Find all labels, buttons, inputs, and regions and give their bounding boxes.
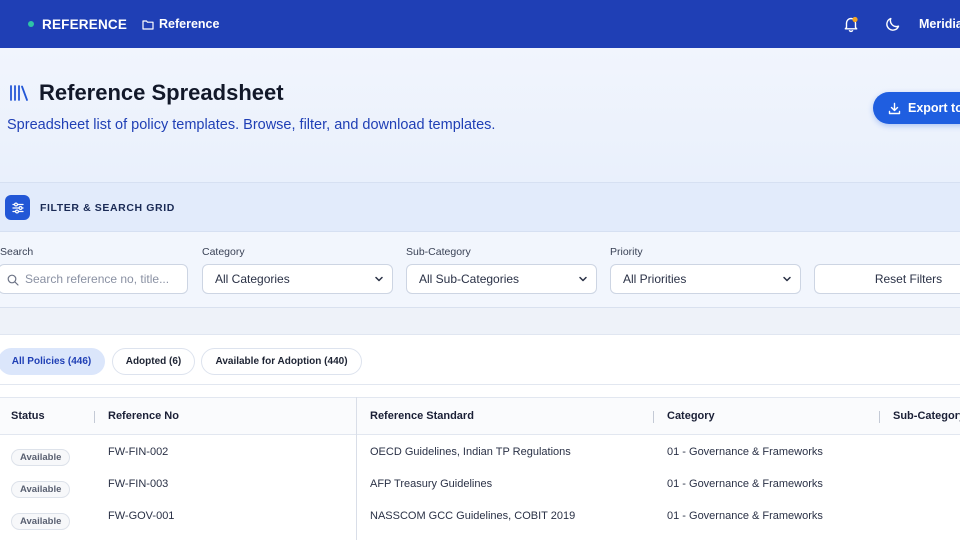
cell-category: 01 - Governance & Frameworks	[667, 446, 823, 458]
export-icon	[888, 102, 901, 114]
policy-tabs: All Policies (446) Adopted (6) Available…	[0, 334, 960, 384]
reset-filters-label: Reset Filters	[874, 272, 943, 286]
brand-dot-icon	[28, 21, 34, 27]
folder-icon	[142, 19, 154, 30]
cell-reference-standard: AFP Treasury Guidelines	[370, 478, 493, 490]
status-badge: Available	[11, 449, 71, 466]
sliders-icon	[5, 195, 30, 220]
library-icon	[10, 85, 28, 101]
chevron-down-icon	[579, 276, 587, 282]
category-select[interactable]: All Categories	[202, 264, 393, 294]
moon-icon[interactable]	[884, 15, 902, 33]
cell-reference-no: FW-FIN-003	[108, 478, 169, 490]
column-resize-handle[interactable]	[879, 411, 880, 423]
search-placeholder: Search reference no, title...	[25, 272, 170, 286]
export-button[interactable]: Export to	[873, 92, 960, 124]
column-resize-handle[interactable]	[94, 411, 95, 423]
filter-panel-header[interactable]: FILTER & SEARCH GRID	[0, 182, 960, 232]
cell-category: 01 - Governance & Frameworks	[667, 478, 823, 490]
brand-name: REFERENCE	[42, 16, 128, 32]
column-resize-handle[interactable]	[653, 411, 654, 423]
filter-panel-body: Search Search reference no, title... Cat…	[0, 232, 960, 308]
breadcrumb-label: Reference	[159, 17, 220, 31]
tab-all-policies[interactable]: All Policies (446)	[0, 348, 105, 375]
cell-reference-no: FW-GOV-001	[108, 510, 175, 522]
cell-reference-no: FW-FIN-002	[108, 446, 169, 458]
bell-icon[interactable]	[842, 15, 860, 33]
column-header-status[interactable]: Status	[11, 410, 45, 422]
cell-reference-standard: OECD Guidelines, Indian TP Regulations	[370, 446, 571, 458]
chevron-down-icon	[783, 276, 791, 282]
brand[interactable]: REFERENCE	[28, 0, 127, 48]
export-label: Export to	[908, 101, 960, 115]
filter-panel-title: FILTER & SEARCH GRID	[40, 202, 175, 214]
table-row[interactable]: Available FW-GOV-001 NASSCOM GCC Guideli…	[0, 503, 960, 535]
category-label: Category	[202, 246, 245, 258]
page-subtitle: Spreadsheet list of policy templates. Br…	[7, 117, 496, 133]
priority-value: All Priorities	[623, 272, 687, 286]
breadcrumb[interactable]: Reference	[142, 0, 219, 48]
column-header-reference-no[interactable]: Reference No	[108, 410, 179, 422]
tab-adopted[interactable]: Adopted (6)	[112, 348, 195, 375]
cell-reference-standard: NASSCOM GCC Guidelines, COBIT 2019	[370, 510, 576, 522]
table-row[interactable]: Available FW-FIN-003 AFP Treasury Guidel…	[0, 471, 960, 503]
priority-select[interactable]: All Priorities	[610, 264, 801, 294]
table-row[interactable]: Available FW-FIN-002 OECD Guidelines, In…	[0, 439, 960, 471]
subcategory-select[interactable]: All Sub-Categories	[406, 264, 597, 294]
tab-available-for-adoption[interactable]: Available for Adoption (440)	[201, 348, 362, 375]
status-badge: Available	[11, 513, 71, 530]
search-icon	[7, 274, 19, 286]
table-header: Status Reference No Reference Standard C…	[0, 397, 960, 435]
reference-table: Status Reference No Reference Standard C…	[0, 384, 960, 540]
subcategory-value: All Sub-Categories	[419, 272, 520, 286]
page-title-row: Reference Spreadsheet	[9, 80, 284, 106]
chevron-down-icon	[375, 276, 383, 282]
page-header	[0, 48, 960, 182]
status-badge: Available	[11, 481, 71, 498]
user-menu[interactable]: Meridia	[919, 0, 960, 48]
cell-category: 01 - Governance & Frameworks	[667, 510, 823, 522]
search-input[interactable]: Search reference no, title...	[0, 264, 188, 294]
top-navbar: REFERENCE Reference Meridia	[0, 0, 960, 48]
search-label: Search	[0, 246, 34, 258]
page-title: Reference Spreadsheet	[39, 80, 284, 105]
subcategory-label: Sub-Category	[406, 246, 471, 258]
column-header-category[interactable]: Category	[667, 410, 715, 422]
notification-dot	[852, 16, 858, 23]
reset-filters-button[interactable]: Reset Filters	[814, 264, 960, 294]
column-header-reference-standard[interactable]: Reference Standard	[370, 410, 474, 422]
priority-label: Priority	[610, 246, 643, 258]
column-header-sub-category[interactable]: Sub-Category	[893, 410, 960, 422]
section-gap	[0, 308, 960, 334]
category-value: All Categories	[215, 272, 290, 286]
